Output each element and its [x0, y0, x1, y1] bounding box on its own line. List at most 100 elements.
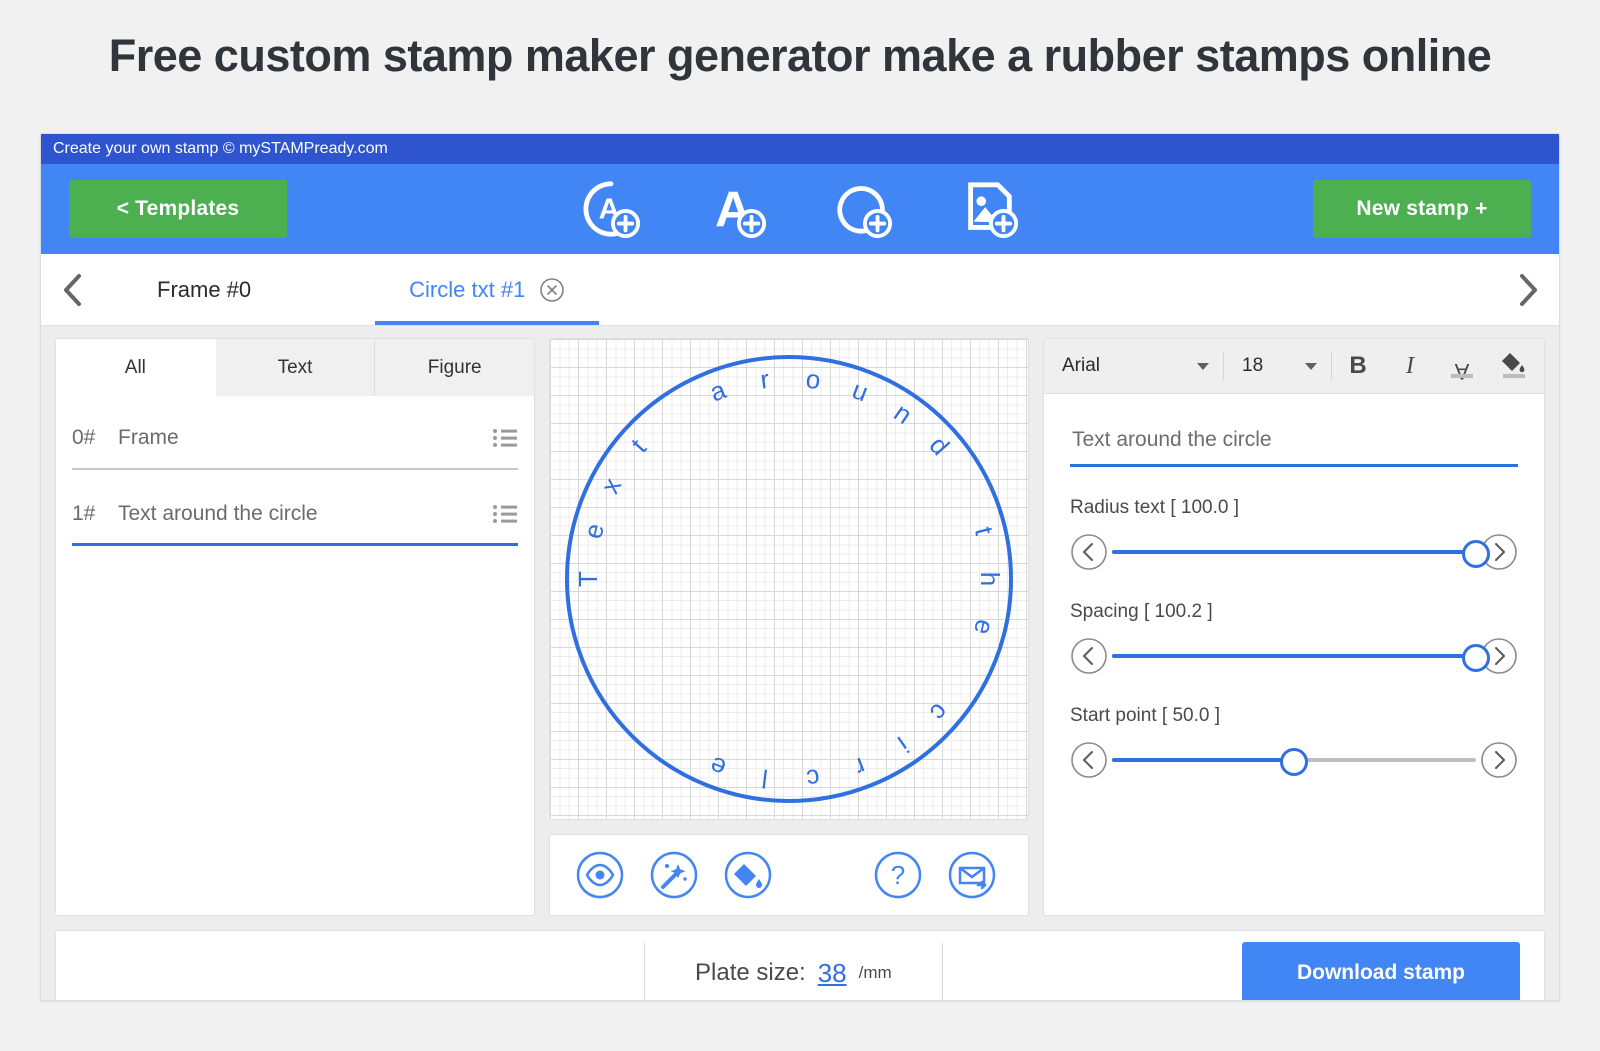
svg-text:r: r	[851, 751, 870, 782]
italic-label: I	[1406, 352, 1414, 379]
chevron-left-icon	[64, 273, 81, 306]
download-stamp-button[interactable]: Download stamp	[1242, 942, 1520, 1000]
svg-text:x: x	[595, 473, 628, 498]
svg-text:u: u	[848, 374, 872, 407]
object-tab-label: Frame #0	[157, 276, 252, 302]
object-tab-circle-txt[interactable]: Circle txt #1	[375, 254, 600, 325]
svg-text:h: h	[975, 572, 1005, 586]
svg-text:e: e	[577, 520, 610, 541]
canvas-toolbar: ?	[549, 834, 1029, 916]
text-format-toolbar: Arial 18 B I A	[1044, 339, 1544, 394]
svg-text:t: t	[969, 524, 1000, 539]
page-title: Free custom stamp maker generator make a…	[108, 30, 1492, 81]
chevron-down-icon	[1197, 362, 1209, 370]
bold-label: B	[1349, 352, 1367, 379]
spacing-decrease-button[interactable]	[1070, 637, 1108, 675]
spacing-slider-track[interactable]	[1112, 637, 1490, 675]
svg-text:c: c	[805, 763, 822, 794]
layer-name: Text around the circle	[118, 501, 318, 525]
svg-text:l: l	[760, 763, 769, 793]
preview-eye-icon[interactable]	[576, 851, 624, 899]
slider-knob[interactable]	[1280, 748, 1308, 776]
svg-text:i: i	[892, 731, 914, 759]
editor-workspace: All Text Figure 0# Frame 1# Text around …	[41, 326, 1559, 1000]
prev-object-button[interactable]	[41, 254, 103, 325]
brand-bar: Create your own stamp © mySTAMPready.com	[41, 134, 1559, 164]
slider-track-fill	[1112, 550, 1476, 554]
svg-text:?: ?	[891, 860, 905, 890]
new-stamp-button[interactable]: New stamp +	[1313, 180, 1531, 238]
svg-text:r: r	[759, 364, 772, 395]
svg-text:e: e	[706, 750, 730, 783]
startpoint-decrease-button[interactable]	[1070, 741, 1108, 779]
object-text-input[interactable]	[1070, 424, 1518, 467]
help-question-icon[interactable]: ?	[874, 851, 922, 899]
chevron-down-icon	[1305, 362, 1317, 370]
layer-filter-tabs: All Text Figure	[56, 339, 535, 396]
chevron-right-icon	[1520, 273, 1537, 306]
layer-options-icon[interactable]	[492, 504, 518, 524]
svg-text:n: n	[889, 397, 918, 430]
svg-text:c: c	[924, 698, 955, 728]
layer-index: 1#	[72, 501, 96, 525]
slider-knob[interactable]	[1462, 540, 1490, 568]
add-circle-text-icon[interactable]: A	[580, 178, 642, 240]
font-family-select[interactable]: Arial	[1044, 352, 1224, 380]
send-mail-icon[interactable]	[948, 851, 996, 899]
add-image-icon[interactable]	[958, 178, 1020, 240]
object-text-field-wrap	[1044, 394, 1544, 467]
object-tab-bar: Frame #0 Circle txt #1	[41, 254, 1559, 326]
object-tab-label: Circle txt #1	[409, 276, 526, 302]
slider-start-point: Start point [ 50.0 ]	[1044, 675, 1544, 779]
magic-wand-icon[interactable]	[650, 851, 698, 899]
radius-slider-track[interactable]	[1112, 533, 1490, 571]
object-tab-frame[interactable]: Frame #0	[123, 254, 285, 325]
editor-footer: Plate size: 38 /mm Download stamp	[55, 930, 1545, 1000]
layer-tab-all[interactable]: All	[56, 339, 216, 396]
next-object-button[interactable]	[1497, 254, 1559, 325]
plate-size-value[interactable]: 38	[818, 958, 847, 989]
svg-text:e: e	[968, 617, 1001, 638]
layer-options-icon[interactable]	[492, 428, 518, 448]
layer-tab-figure[interactable]: Figure	[375, 339, 535, 396]
text-color-icon: A	[1451, 359, 1473, 383]
layer-tab-text[interactable]: Text	[215, 339, 376, 396]
radius-decrease-button[interactable]	[1070, 533, 1108, 571]
plate-size-group: Plate size: 38 /mm	[644, 943, 943, 1000]
svg-text:t: t	[625, 432, 653, 458]
font-family-value: Arial	[1062, 355, 1101, 376]
font-size-select[interactable]: 18	[1224, 352, 1332, 380]
slider-spacing: Spacing [ 100.2 ]	[1044, 571, 1544, 675]
layer-row-frame[interactable]: 0# Frame	[72, 408, 518, 470]
slider-label: Radius text [ 100.0 ]	[1070, 497, 1239, 518]
svg-text:d: d	[924, 430, 956, 461]
layer-row-circle-text[interactable]: 1# Text around the circle	[72, 484, 518, 546]
fill-bucket-icon	[1502, 353, 1525, 378]
slider-radius-text: Radius text [ 100.0 ]	[1044, 467, 1544, 571]
layer-name: Frame	[118, 426, 179, 449]
slider-label: Start point [ 50.0 ]	[1070, 705, 1220, 726]
layer-list: 0# Frame 1# Text around the circle	[56, 396, 534, 546]
main-toolbar: < Templates A A New stamp +	[41, 164, 1559, 254]
text-color-button[interactable]: A	[1436, 346, 1488, 386]
bold-button[interactable]: B	[1332, 346, 1384, 386]
startpoint-increase-button[interactable]	[1480, 741, 1518, 779]
layer-index: 0#	[72, 426, 96, 449]
svg-text:A: A	[1454, 359, 1469, 383]
add-circle-icon[interactable]	[832, 178, 894, 240]
close-icon[interactable]	[539, 277, 565, 303]
slider-knob[interactable]	[1462, 644, 1490, 672]
canvas-column: Textaroundthecircle ?	[549, 338, 1029, 916]
svg-text:o: o	[804, 364, 822, 396]
slider-track-fill	[1112, 654, 1476, 658]
stamp-canvas[interactable]: Textaroundthecircle	[549, 338, 1029, 820]
paint-bucket-icon[interactable]	[724, 851, 772, 899]
fill-color-button[interactable]	[1488, 346, 1540, 386]
plate-size-label: Plate size:	[695, 959, 806, 986]
properties-panel: Arial 18 B I A Text around the circle Ra…	[1043, 338, 1545, 916]
svg-text:T: T	[573, 571, 603, 587]
startpoint-slider-track[interactable]	[1112, 741, 1476, 779]
italic-button[interactable]: I	[1384, 346, 1436, 386]
stamp-editor-window: Create your own stamp © mySTAMPready.com…	[40, 133, 1560, 1001]
add-text-icon[interactable]: A	[706, 178, 768, 240]
